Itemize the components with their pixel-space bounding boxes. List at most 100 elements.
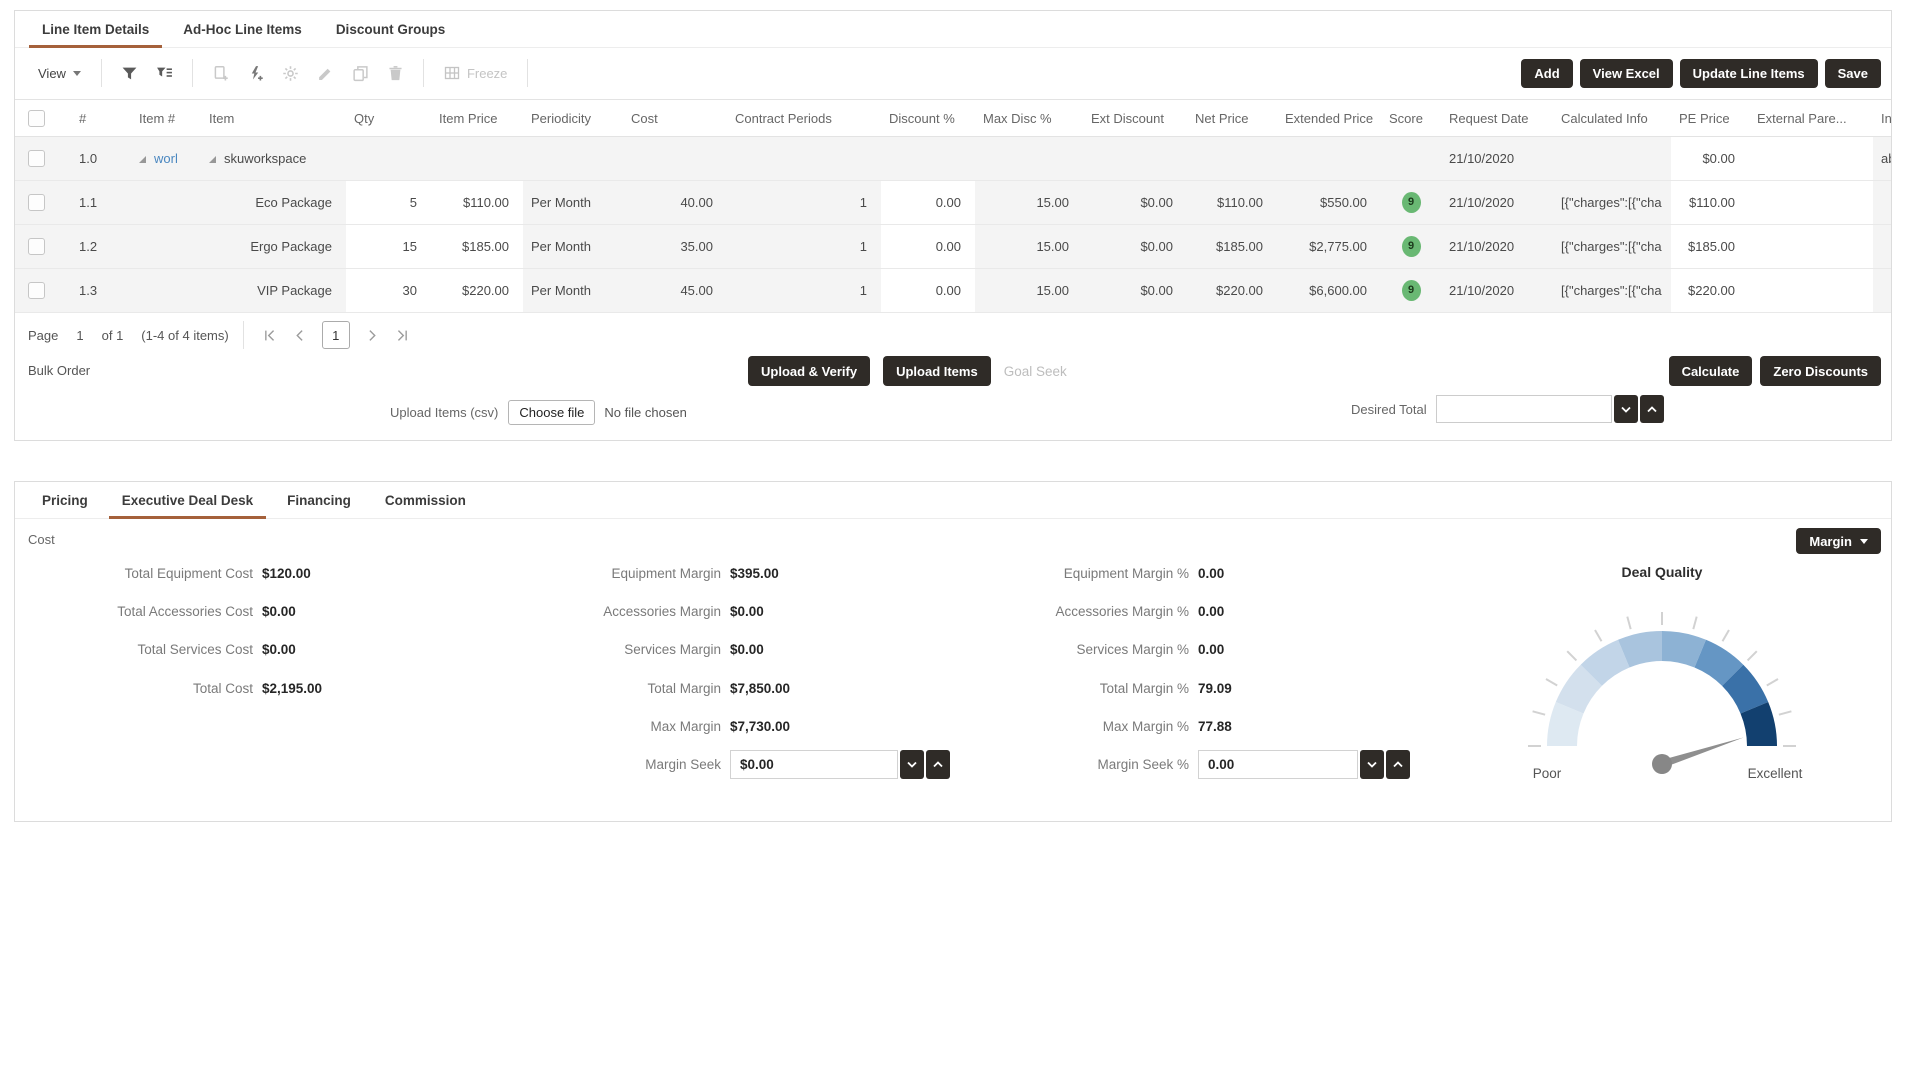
cell-qty[interactable]: 15 [346, 225, 431, 269]
freeze-button[interactable]: Freeze [434, 61, 517, 85]
margin-field-row: Accessories Margin$0.00 [435, 592, 950, 630]
margin-dropdown-button[interactable]: Margin [1796, 528, 1881, 554]
filter-button[interactable] [112, 61, 147, 86]
upload-verify-button[interactable]: Upload & Verify [748, 356, 870, 386]
item-number-link[interactable]: worl [154, 151, 178, 166]
column-header-item[interactable]: Item [201, 100, 346, 137]
row-checkbox[interactable] [28, 282, 45, 299]
margin-seek-input[interactable] [730, 750, 898, 779]
last-page-button[interactable] [387, 325, 418, 346]
cell-qty[interactable]: 5 [346, 181, 431, 225]
cell-pe_price[interactable]: $220.00 [1671, 269, 1749, 313]
cell-pe_price[interactable]: $0.00 [1671, 137, 1749, 181]
next-page-button[interactable] [356, 325, 387, 346]
column-header-periodicity[interactable]: Periodicity [523, 100, 623, 137]
first-page-button[interactable] [254, 325, 285, 346]
column-header-pe_price[interactable]: PE Price [1671, 100, 1749, 137]
gauge-tick [1546, 679, 1557, 686]
tab-line-item-details[interactable]: Line Item Details [28, 11, 163, 47]
cell-qty [346, 137, 431, 181]
column-header-max_disc[interactable]: Max Disc % [975, 100, 1083, 137]
cell-discount[interactable]: 0.00 [881, 225, 975, 269]
margin-percent-field-row: Total Margin %79.09 [895, 669, 1410, 707]
column-header-item_price[interactable]: Item Price [431, 100, 523, 137]
cell-discount[interactable]: 0.00 [881, 269, 975, 313]
chevron-right-icon [365, 329, 378, 342]
column-header-external_parent[interactable]: External Pare... [1749, 100, 1873, 137]
tab-commission[interactable]: Commission [371, 482, 480, 518]
column-header-discount[interactable]: Discount % [881, 100, 975, 137]
cell-pe_price[interactable]: $110.00 [1671, 181, 1749, 225]
save-button[interactable]: Save [1825, 59, 1881, 88]
view-excel-button[interactable]: View Excel [1580, 59, 1673, 88]
tab-pricing[interactable]: Pricing [28, 482, 102, 518]
column-header-cost[interactable]: Cost [623, 100, 727, 137]
column-header-ins[interactable]: Ins [1873, 100, 1891, 137]
margin-seek-percent-increase-button[interactable] [1386, 750, 1410, 779]
row-checkbox[interactable] [28, 238, 45, 255]
flash-add-button[interactable] [238, 61, 273, 86]
cell-external_parent[interactable] [1749, 181, 1873, 225]
cell-item_price[interactable]: $220.00 [431, 269, 523, 313]
copy-button[interactable] [343, 61, 378, 86]
margin-seek-percent-input[interactable] [1198, 750, 1358, 779]
view-dropdown[interactable]: View [28, 60, 91, 87]
column-header-net_price[interactable]: Net Price [1187, 100, 1277, 137]
cell-external_parent[interactable] [1749, 225, 1873, 269]
column-header-contract_periods[interactable]: Contract Periods [727, 100, 881, 137]
filter-edit-button[interactable] [147, 61, 182, 86]
row-checkbox[interactable] [28, 194, 45, 211]
cell-discount[interactable]: 0.00 [881, 181, 975, 225]
cell-qty[interactable]: 30 [346, 269, 431, 313]
cell-item_no [131, 269, 201, 313]
expand-triangle-icon[interactable] [139, 156, 146, 163]
margin-fields-column: Equipment Margin$395.00Accessories Margi… [435, 554, 950, 784]
cell-external_parent[interactable] [1749, 269, 1873, 313]
desired-total-input[interactable] [1436, 395, 1612, 423]
margin-percent-field-value: 0.00 [1198, 642, 1224, 657]
pencil-button[interactable] [308, 61, 343, 86]
gauge-needle-pivot [1652, 754, 1672, 774]
column-header-item_no[interactable]: Item # [131, 100, 201, 137]
cell-cost [623, 137, 727, 181]
column-header-extended_price[interactable]: Extended Price [1277, 100, 1381, 137]
expand-triangle-icon[interactable] [209, 156, 216, 163]
update-line-items-button[interactable]: Update Line Items [1680, 59, 1818, 88]
tab-executive-deal-desk[interactable]: Executive Deal Desk [108, 482, 267, 518]
column-header-ext_discount[interactable]: Ext Discount [1083, 100, 1187, 137]
calculate-button[interactable]: Calculate [1669, 356, 1753, 386]
current-page-box[interactable]: 1 [322, 321, 350, 349]
column-header-request_date[interactable]: Request Date [1441, 100, 1553, 137]
desired-total-decrease-button[interactable] [1614, 395, 1638, 423]
zero-discounts-button[interactable]: Zero Discounts [1760, 356, 1881, 386]
column-header-num[interactable]: # [71, 100, 131, 137]
column-header-qty[interactable]: Qty [346, 100, 431, 137]
previous-page-button[interactable] [285, 325, 316, 346]
gear-button[interactable] [273, 61, 308, 86]
cell-item_price[interactable]: $110.00 [431, 181, 523, 225]
cell-external_parent[interactable] [1749, 137, 1873, 181]
column-header-score[interactable]: Score [1381, 100, 1441, 137]
cell-discount [881, 137, 975, 181]
add-button[interactable]: Add [1521, 59, 1572, 88]
toolbar-separator [423, 59, 424, 87]
line-items-tabstrip: Line Item DetailsAd-Hoc Line ItemsDiscou… [15, 11, 1891, 48]
column-header-calculated_info[interactable]: Calculated Info [1553, 100, 1671, 137]
copy-add-button[interactable] [203, 61, 238, 86]
trash-button[interactable] [378, 61, 413, 86]
cell-item_price[interactable]: $185.00 [431, 225, 523, 269]
select-all-checkbox[interactable] [28, 110, 45, 127]
cell-ext_discount: $0.00 [1083, 181, 1187, 225]
margin-percent-field-label: Accessories Margin % [895, 604, 1189, 619]
upload-items-button[interactable]: Upload Items [883, 356, 991, 386]
cell-pe_price[interactable]: $185.00 [1671, 225, 1749, 269]
margin-seek-percent-decrease-button[interactable] [1360, 750, 1384, 779]
tab-financing[interactable]: Financing [273, 482, 365, 518]
desired-total-increase-button[interactable] [1640, 395, 1664, 423]
goal-seek-link[interactable]: Goal Seek [1004, 364, 1067, 379]
tab-discount-groups[interactable]: Discount Groups [322, 11, 460, 47]
choose-file-button[interactable]: Choose file [508, 400, 595, 425]
page-number-input[interactable]: 1 [76, 328, 83, 343]
tab-ad-hoc-line-items[interactable]: Ad-Hoc Line Items [169, 11, 316, 47]
row-checkbox[interactable] [28, 150, 45, 167]
